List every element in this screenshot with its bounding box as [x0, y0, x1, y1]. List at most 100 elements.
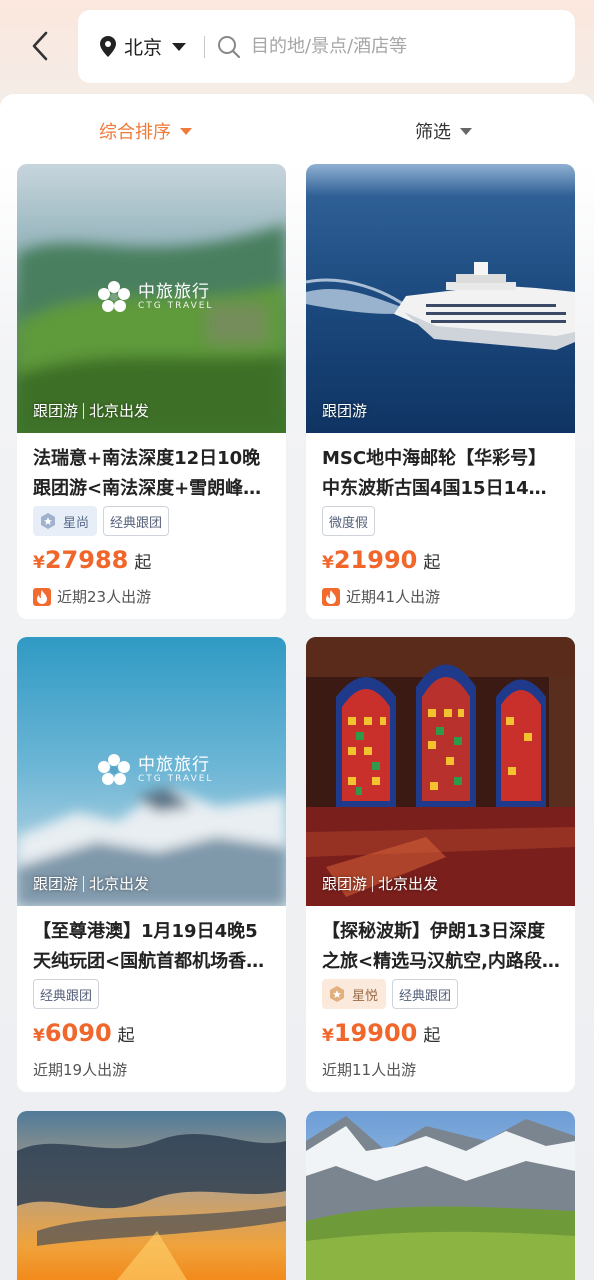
currency-symbol: ¥ — [33, 553, 45, 573]
title-line: 中东波斯古国4国15日14… — [322, 478, 547, 499]
currency-symbol: ¥ — [322, 1026, 334, 1046]
logo-flower-icon — [98, 754, 130, 785]
rating-tag: 星悦 — [322, 979, 387, 1009]
tag-list: 经典跟团 — [33, 979, 100, 1009]
sort-label: 综合排序 — [99, 122, 171, 143]
product-title[interactable]: 法瑞意+南法深度12日10晚 跟团游<南法深度+雪朗峰+… — [33, 444, 273, 504]
rating-tag: 星尚 — [33, 506, 98, 536]
product-title[interactable]: 【至尊港澳】1月19日4晚5 天纯玩团<国航首都机场香… — [33, 917, 273, 977]
fire-icon — [322, 587, 340, 606]
title-line: 【至尊港澳】1月19日4晚5 — [33, 921, 258, 942]
tour-type: 跟团游 — [322, 402, 368, 420]
back-button[interactable] — [22, 26, 58, 66]
top-bar: 北京 — [0, 0, 594, 94]
separator — [83, 875, 85, 892]
price-suffix: 起 — [117, 1026, 135, 1046]
title-line: 之旅<精选马汉航空,内路段… — [322, 951, 560, 972]
product-card[interactable]: 中旅旅行 CTG TRAVEL 跟团游 北京出发 【至尊港澳】1月19日4晚5 … — [17, 637, 286, 1092]
sort-dropdown[interactable]: 综合排序 — [99, 118, 192, 144]
tag-label: 星尚 — [63, 515, 90, 531]
product-card[interactable]: 跟团游 MSC地中海邮轮【华彩号】 中东波斯古国4国15日14… 微度假 ¥ 2… — [306, 164, 575, 619]
chevron-left-icon — [32, 31, 48, 61]
price-suffix: 起 — [423, 553, 441, 573]
tag-list: 星尚 经典跟团 — [33, 506, 170, 536]
tag-label: 星悦 — [352, 988, 379, 1004]
brand-logo: 中旅旅行 CTG TRAVEL — [97, 280, 213, 314]
product-card[interactable]: 中旅旅行 CTG TRAVEL 跟团游 北京出发 法瑞意+南法深度12日10晚 … — [17, 164, 286, 619]
brand-logo: 中旅旅行 CTG TRAVEL — [97, 753, 213, 787]
search-input[interactable] — [251, 36, 532, 57]
departure-city: 北京出发 — [378, 875, 439, 893]
product-photo: 跟团游 — [306, 164, 575, 433]
hexagon-star-icon — [41, 513, 55, 529]
category-tag: 经典跟团 — [33, 979, 100, 1009]
title-line: 法瑞意+南法深度12日10晚 — [33, 448, 261, 469]
caret-down-icon[interactable] — [172, 42, 187, 51]
price-value: 27988 — [44, 546, 129, 574]
product-title[interactable]: MSC地中海邮轮【华彩号】 中东波斯古国4国15日14… — [322, 444, 562, 504]
recent-text: 近期23人出游 — [57, 588, 152, 606]
price: ¥ 21990 起 — [322, 546, 440, 574]
caret-down-icon — [180, 127, 192, 135]
logo-name: 中旅旅行 — [138, 755, 210, 775]
price-suffix: 起 — [134, 553, 152, 573]
photo-label: 跟团游 北京出发 — [33, 400, 149, 421]
title-line: 天纯玩团<国航首都机场香… — [33, 951, 265, 972]
search-box: 北京 — [78, 10, 575, 83]
price-value: 19900 — [333, 1019, 418, 1047]
product-photo: 中旅旅行 CTG TRAVEL 跟团游 北京出发 — [17, 164, 286, 433]
title-line: 跟团游<南法深度+雪朗峰+… — [33, 478, 273, 499]
currency-symbol: ¥ — [322, 553, 334, 573]
category-tag: 微度假 — [322, 506, 376, 536]
recent-text: 近期19人出游 — [33, 1061, 128, 1079]
departure-city: 北京出发 — [89, 875, 150, 893]
category-tag: 经典跟团 — [392, 979, 459, 1009]
filter-label: 筛选 — [415, 122, 451, 143]
tour-type: 跟团游 — [33, 875, 79, 893]
price-value: 6090 — [44, 1019, 112, 1047]
price-value: 21990 — [333, 546, 418, 574]
departure-city: 北京出发 — [89, 402, 150, 420]
separator — [83, 402, 85, 419]
filter-dropdown[interactable]: 筛选 — [415, 118, 472, 144]
product-title[interactable]: 【探秘波斯】伊朗13日深度 之旅<精选马汉航空,内路段… — [322, 917, 562, 977]
sort-filter-bar: 综合排序 筛选 — [0, 94, 594, 164]
product-photo — [306, 1111, 575, 1280]
recent-travelers: 近期23人出游 — [33, 586, 151, 607]
logo-flower-icon — [98, 281, 130, 312]
product-photo: 中旅旅行 CTG TRAVEL 跟团游 北京出发 — [17, 637, 286, 906]
product-card[interactable]: 跟团游 北京出发 【探秘波斯】伊朗13日深度 之旅<精选马汉航空,内路段… 星悦… — [306, 637, 575, 1092]
product-photo: 跟团游 北京出发 — [306, 637, 575, 906]
search-icon — [217, 35, 241, 59]
price: ¥ 6090 起 — [33, 1019, 135, 1047]
logo-subtitle: CTG TRAVEL — [138, 774, 214, 784]
recent-travelers: 近期11人出游 — [322, 1059, 416, 1080]
tour-type: 跟团游 — [322, 875, 368, 893]
recent-text: 近期41人出游 — [346, 588, 441, 606]
recent-travelers: 近期41人出游 — [322, 586, 440, 607]
logo-name: 中旅旅行 — [138, 282, 210, 302]
category-tag: 经典跟团 — [103, 506, 170, 536]
product-card[interactable] — [306, 1111, 575, 1280]
location-selector[interactable]: 北京 — [124, 33, 162, 60]
recent-travelers: 近期19人出游 — [33, 1059, 127, 1080]
price-suffix: 起 — [423, 1026, 441, 1046]
separator — [372, 875, 374, 892]
product-card[interactable] — [17, 1111, 286, 1280]
tag-list: 星悦 经典跟团 — [322, 979, 459, 1009]
photo-label: 跟团游 北京出发 — [322, 873, 438, 894]
title-line: 【探秘波斯】伊朗13日深度 — [322, 921, 546, 942]
caret-down-icon — [460, 127, 472, 135]
recent-text: 近期11人出游 — [322, 1061, 417, 1079]
hexagon-star-icon — [330, 986, 344, 1002]
tour-type: 跟团游 — [33, 402, 79, 420]
product-photo — [17, 1111, 286, 1280]
price: ¥ 27988 起 — [33, 546, 151, 574]
price: ¥ 19900 起 — [322, 1019, 440, 1047]
divider — [204, 35, 206, 58]
photo-label: 跟团游 北京出发 — [33, 873, 149, 894]
title-line: MSC地中海邮轮【华彩号】 — [322, 448, 547, 469]
currency-symbol: ¥ — [33, 1026, 45, 1046]
tag-list: 微度假 — [322, 506, 376, 536]
location-pin-icon — [100, 36, 118, 58]
